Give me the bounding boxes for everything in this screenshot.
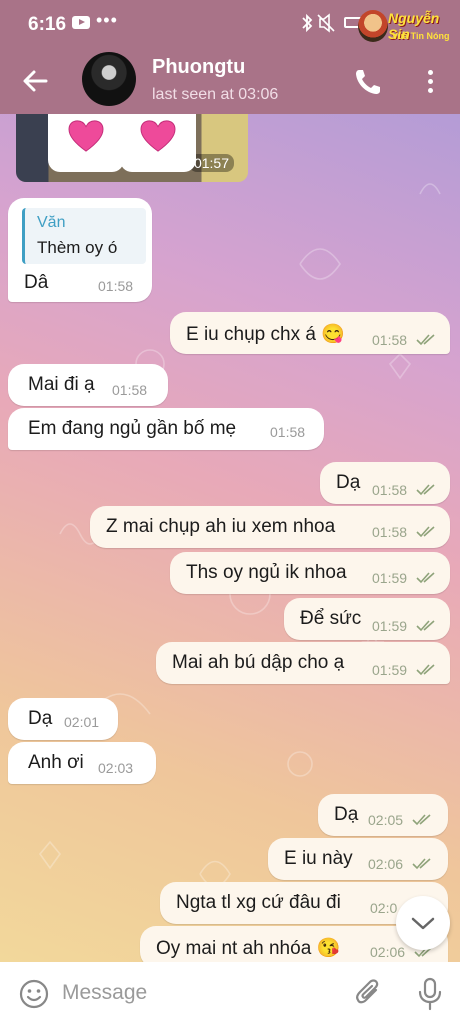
reply-message-bubble[interactable]: Văn Thèm oy ó Dâ 01:58 <box>8 198 152 302</box>
message-time: 02:0 <box>370 900 398 916</box>
message-text: Mai đi ạ <box>28 374 95 395</box>
message-text: Oy mai nt ah nhóa 😘 <box>156 938 341 959</box>
double-check-icon <box>416 484 435 496</box>
watermark-logo: Nguyễn Sin Vua Tin Nóng <box>358 8 454 46</box>
outgoing-message-bubble[interactable]: E iu chụp chx á 😋 01:58 <box>170 312 450 354</box>
outgoing-message-bubble[interactable]: Ths oy ngủ ik nhoa 01:59 <box>170 552 450 594</box>
message-time: 01:58 <box>270 424 306 440</box>
message-time: 01:59 <box>372 570 408 586</box>
contact-avatar[interactable] <box>82 52 136 106</box>
scroll-down-button[interactable] <box>396 896 450 950</box>
message-time: 02:06 <box>368 856 404 872</box>
chevron-down-icon <box>411 917 435 930</box>
message-text: E iu này <box>284 848 353 869</box>
pink-heart-icon <box>68 120 104 152</box>
outgoing-message-bubble[interactable]: Mai ah bú dập cho ạ 01:59 <box>156 642 450 684</box>
youtube-icon <box>72 16 90 29</box>
message-text: Ngta tl xg cứ đâu đi <box>176 892 341 913</box>
dot-icon <box>428 70 433 75</box>
status-more-dots: ••• <box>96 10 118 30</box>
emoji-button[interactable] <box>18 978 50 1010</box>
message-text: Dâ <box>24 272 49 293</box>
message-text: Dạ <box>334 804 359 825</box>
dot-icon <box>428 88 433 93</box>
dot-icon <box>428 79 433 84</box>
status-bar: 6:16 ••• Nguyễn Sin Vua Tin Nóng <box>0 0 460 50</box>
bluetooth-mute-icons <box>300 13 340 38</box>
call-button[interactable] <box>352 66 384 98</box>
voice-message-button[interactable] <box>416 976 444 1012</box>
outgoing-message-bubble[interactable]: Dạ 01:58 <box>320 462 450 504</box>
double-check-icon <box>416 664 435 676</box>
incoming-message-bubble[interactable]: Anh ơi 02:03 <box>8 742 156 784</box>
message-time: 01:58 <box>372 332 408 348</box>
double-check-icon <box>412 858 431 870</box>
pink-heart-icon <box>140 120 176 152</box>
microphone-icon <box>418 977 442 1011</box>
smiley-icon <box>19 979 49 1009</box>
message-time: 01:58 <box>372 524 408 540</box>
message-time: 01:59 <box>372 618 408 634</box>
message-time: 01:58 <box>112 382 148 398</box>
message-text: Để sức <box>300 608 362 629</box>
message-text: Anh ơi <box>28 752 84 773</box>
message-time: 02:05 <box>368 812 404 828</box>
double-check-icon <box>412 814 431 826</box>
message-text: Mai ah bú dập cho ạ <box>172 652 345 673</box>
attach-button[interactable] <box>354 978 384 1010</box>
message-input[interactable] <box>62 974 332 1012</box>
last-seen-status: last seen at 03:06 <box>152 86 279 103</box>
message-time: 01:58 <box>98 278 134 294</box>
message-composer <box>0 962 460 1024</box>
back-button[interactable] <box>18 64 52 98</box>
message-text: Em đang ngủ gần bố mẹ <box>28 418 237 439</box>
more-options-button[interactable] <box>416 66 444 98</box>
outgoing-message-bubble[interactable]: E iu này 02:06 <box>268 838 448 880</box>
message-time: 01:58 <box>372 482 408 498</box>
phone-icon <box>356 70 380 94</box>
reply-quote[interactable]: Văn Thèm oy ó <box>22 208 146 264</box>
incoming-message-bubble[interactable]: Mai đi ạ 01:58 <box>8 364 168 406</box>
outgoing-message-bubble[interactable]: Dạ 02:05 <box>318 794 448 836</box>
incoming-message-bubble[interactable]: Em đang ngủ gần bố mẹ 01:58 <box>8 408 324 450</box>
chat-header: Phuongtu last seen at 03:06 <box>0 50 460 114</box>
incoming-message-bubble[interactable]: Dạ 02:01 <box>8 698 118 740</box>
message-time: 01:59 <box>372 662 408 678</box>
message-text: Dạ <box>28 708 53 729</box>
double-check-icon <box>416 620 435 632</box>
paperclip-icon <box>356 979 379 1004</box>
outgoing-message-bubble[interactable]: Để sức 01:59 <box>284 598 450 640</box>
logo-subtitle: Vua Tin Nóng <box>392 31 450 41</box>
chat-area[interactable]: 01:57 Văn Thèm oy ó Dâ 01:58 E iu chụp c… <box>0 114 460 962</box>
heart-sticker[interactable] <box>48 114 124 172</box>
bluetooth-icon <box>302 13 335 33</box>
message-text: E iu chụp chx á 😋 <box>186 324 345 345</box>
double-check-icon <box>416 334 435 346</box>
outgoing-message-bubble[interactable]: Z mai chụp ah iu xem nhoa 01:58 <box>90 506 450 548</box>
message-text: Ths oy ngủ ik nhoa <box>186 562 347 583</box>
logo-avatar <box>358 10 388 42</box>
arrow-left-icon <box>23 70 48 92</box>
status-time: 6:16 <box>28 14 67 35</box>
heart-sticker[interactable] <box>120 114 196 172</box>
double-check-icon <box>416 572 435 584</box>
double-check-icon <box>416 526 435 538</box>
reply-quote-text: Thèm oy ó <box>37 238 118 257</box>
message-time: 02:03 <box>98 760 134 776</box>
message-time: 02:01 <box>64 714 100 730</box>
contact-name[interactable]: Phuongtu <box>152 56 245 79</box>
message-text: Dạ <box>336 472 361 493</box>
reply-quote-author: Văn <box>37 214 66 231</box>
message-text: Z mai chụp ah iu xem nhoa <box>106 516 336 537</box>
